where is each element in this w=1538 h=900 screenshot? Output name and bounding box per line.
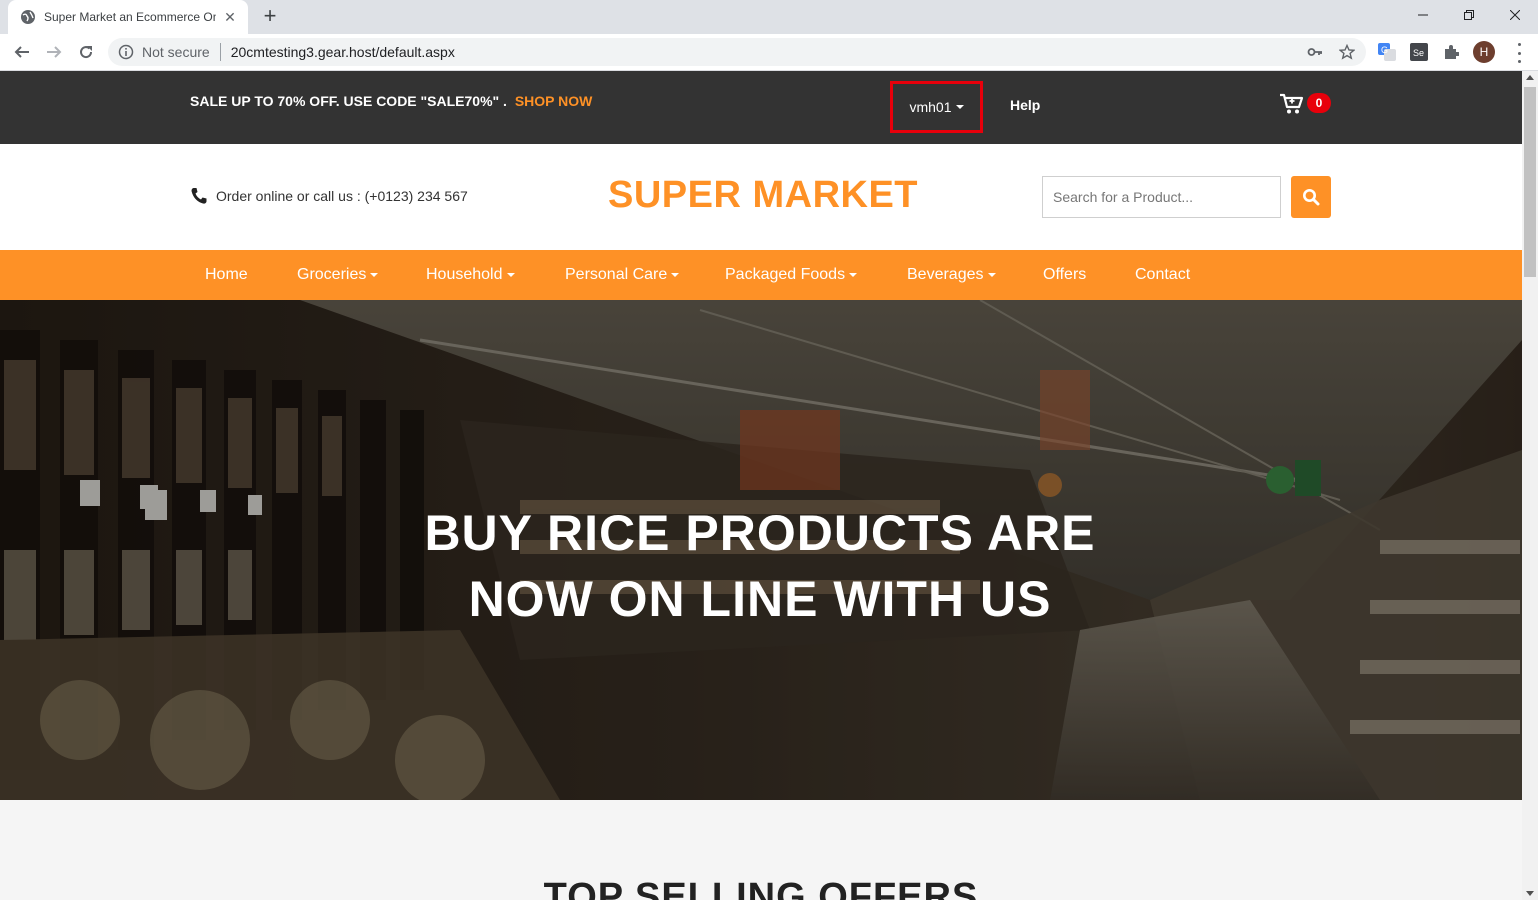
- site-logo[interactable]: SUPER MARKET: [608, 174, 918, 217]
- omnibox-divider: [219, 43, 221, 61]
- page-scrollbar[interactable]: [1522, 71, 1538, 900]
- key-icon[interactable]: [1302, 38, 1328, 66]
- close-window-icon[interactable]: [1492, 0, 1538, 30]
- nav-packaged-foods[interactable]: Packaged Foods: [725, 250, 858, 300]
- back-icon[interactable]: [8, 38, 36, 66]
- nav-contact[interactable]: Contact: [1135, 250, 1190, 300]
- promo-banner: SALE UP TO 70% OFF. USE CODE "SALE70%" .…: [190, 93, 592, 109]
- url-text[interactable]: 20cmtesting3.gear.host/default.aspx: [231, 44, 455, 60]
- hero-line-1: BUY RICE PRODUCTS ARE: [424, 505, 1096, 561]
- tab-title: Super Market an Ecommerce Onl: [44, 10, 216, 24]
- caret-down-icon: [506, 273, 515, 277]
- bookmark-star-icon[interactable]: [1334, 38, 1360, 66]
- caret-down-icon: [370, 273, 379, 277]
- section-title: TOP SELLING OFFERS: [543, 876, 979, 900]
- hero-banner: BUY RICE PRODUCTS ARE NOW ON LINE WITH U…: [0, 300, 1522, 800]
- minimize-icon[interactable]: [1400, 0, 1446, 30]
- globe-icon: [21, 10, 35, 24]
- svg-text:G: G: [1381, 45, 1388, 55]
- help-link[interactable]: Help: [1010, 97, 1040, 113]
- hero-headline: BUY RICE PRODUCTS ARE NOW ON LINE WITH U…: [0, 500, 1520, 632]
- nav-label: Contact: [1135, 266, 1191, 283]
- user-account-dropdown[interactable]: vmh01: [890, 81, 983, 133]
- search-input[interactable]: [1042, 176, 1281, 218]
- cart-button[interactable]: 0: [1280, 93, 1336, 121]
- main-nav: Home Groceries Household Personal Care P…: [0, 250, 1522, 300]
- promo-text: SALE UP TO 70% OFF. USE CODE "SALE70%" .: [190, 93, 507, 109]
- top-bar: SALE UP TO 70% OFF. USE CODE "SALE70%" .…: [0, 71, 1522, 144]
- address-bar[interactable]: Not secure 20cmtesting3.gear.host/defaul…: [108, 38, 1366, 66]
- web-page: SALE UP TO 70% OFF. USE CODE "SALE70%" .…: [0, 71, 1522, 900]
- caret-down-icon: [849, 273, 858, 277]
- scroll-down-icon[interactable]: [1526, 891, 1534, 896]
- browser-menu-icon[interactable]: [1512, 43, 1526, 63]
- nav-home[interactable]: Home: [205, 250, 248, 300]
- hero-line-2: NOW ON LINE WITH US: [468, 571, 1052, 627]
- forward-icon[interactable]: [40, 38, 68, 66]
- nav-label: Home: [205, 266, 248, 283]
- nav-label: Offers: [1043, 266, 1087, 283]
- browser-toolbar: Not secure 20cmtesting3.gear.host/defaul…: [0, 34, 1538, 71]
- svg-text:Se: Se: [1413, 48, 1424, 58]
- nav-groceries[interactable]: Groceries: [297, 250, 379, 300]
- new-tab-button[interactable]: +: [258, 5, 282, 29]
- reload-icon[interactable]: [72, 38, 100, 66]
- search-icon: [1303, 189, 1320, 206]
- selenium-extension-icon[interactable]: Se: [1409, 42, 1429, 62]
- phone-icon: [191, 188, 207, 204]
- site-header: Order online or call us : (+0123) 234 56…: [0, 144, 1522, 250]
- scroll-up-icon[interactable]: [1526, 75, 1534, 80]
- username-label: vmh01: [909, 99, 952, 115]
- nav-label: Groceries: [297, 266, 367, 283]
- nav-label: Beverages: [907, 266, 984, 283]
- restore-icon[interactable]: [1446, 0, 1492, 30]
- search-button[interactable]: [1291, 176, 1331, 218]
- caret-down-icon: [671, 273, 680, 277]
- shop-now-link[interactable]: SHOP NOW: [515, 93, 593, 109]
- profile-avatar[interactable]: H: [1473, 41, 1495, 63]
- scrollbar-thumb[interactable]: [1524, 87, 1536, 277]
- contact-phone: Order online or call us : (+0123) 234 56…: [190, 187, 468, 205]
- browser-tab[interactable]: Super Market an Ecommerce Onl ✕: [8, 0, 248, 34]
- extensions-puzzle-icon[interactable]: [1441, 42, 1461, 62]
- shopping-cart-icon: [1280, 93, 1304, 114]
- caret-down-icon: [987, 273, 996, 277]
- phone-text: Order online or call us : (+0123) 234 56…: [216, 188, 468, 204]
- nav-household[interactable]: Household: [426, 250, 515, 300]
- close-tab-icon[interactable]: ✕: [222, 9, 238, 25]
- nav-label: Packaged Foods: [725, 266, 846, 283]
- security-label: Not secure: [142, 44, 210, 60]
- nav-personal-care[interactable]: Personal Care: [565, 250, 680, 300]
- nav-label: Household: [426, 266, 503, 283]
- tab-strip: Super Market an Ecommerce Onl ✕ +: [0, 0, 1538, 34]
- nav-offers[interactable]: Offers: [1043, 250, 1086, 300]
- nav-beverages[interactable]: Beverages: [907, 250, 996, 300]
- translate-extension-icon[interactable]: G: [1377, 42, 1397, 62]
- caret-down-icon: [955, 105, 964, 109]
- nav-label: Personal Care: [565, 266, 668, 283]
- info-icon[interactable]: [118, 44, 134, 60]
- cart-count-badge: 0: [1307, 93, 1331, 113]
